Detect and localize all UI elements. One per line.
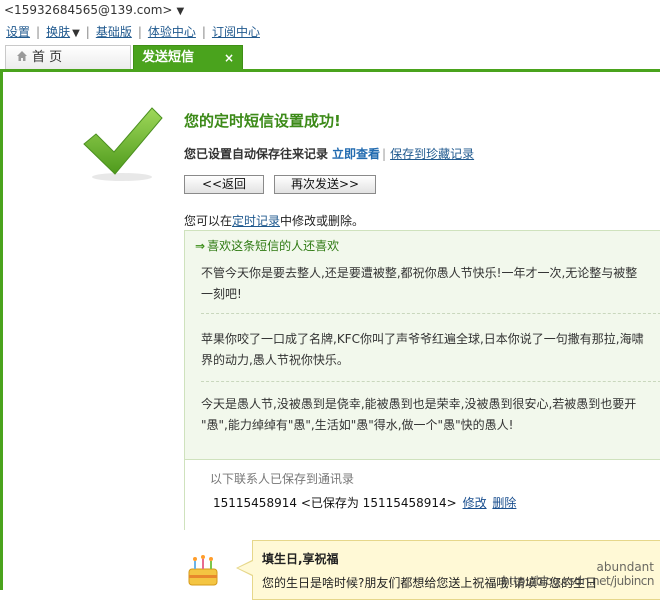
sms-line: "愚",能力绰绰有"愚",生活如"愚"得水,做一个"愚"快的愚人!	[201, 418, 514, 432]
saved-prefix: 您已设置自动保存往来记录	[184, 147, 329, 161]
modify-suffix: 中修改或删除。	[280, 214, 365, 228]
link-separator: |	[382, 147, 387, 161]
sms-line: 今天是愚人节,没被愚到是侥幸,能被愚到也是荣幸,没被愚到很安心,若被愚到也要开	[201, 397, 637, 411]
delete-contact-link[interactable]: 删除	[492, 496, 516, 510]
top-nav: 设置 | 换肤 ▼ | 基础版 | 体验中心 | 订阅中心	[6, 24, 266, 40]
resend-button[interactable]: 再次发送>>	[274, 175, 376, 194]
scheduled-records-link[interactable]: 定时记录	[232, 214, 280, 228]
nav-skin[interactable]: 换肤	[46, 25, 70, 39]
nav-subscribe[interactable]: 订阅中心	[212, 25, 260, 39]
tab-home[interactable]: 首 页	[5, 45, 131, 69]
back-button[interactable]: <<返回	[184, 175, 264, 194]
sms-line: 苹果你咬了一口成了名牌,KFC你叫了声爷爷红遍全球,日本你说了一句撒有那拉,海啸	[201, 332, 644, 346]
skin-dropdown-icon[interactable]: ▼	[72, 28, 80, 39]
view-now-link[interactable]: 立即查看	[332, 147, 380, 161]
account-bar[interactable]: <15932684565@139.com> ▼	[4, 2, 184, 18]
bubble-tail-inner	[238, 561, 253, 575]
watermark-line1: abundant	[596, 560, 654, 574]
divider	[201, 313, 660, 314]
success-title: 您的定时短信设置成功!	[184, 112, 341, 130]
saved-contacts-label: 以下联系人已保存到通讯录	[210, 472, 355, 486]
home-icon	[17, 51, 27, 61]
tab-send-sms[interactable]: 发送短信 ×	[133, 45, 243, 69]
tab-bar: 首 页 发送短信 ×	[0, 45, 660, 70]
caret-down-icon[interactable]: ▼	[176, 4, 184, 20]
nav-separator: |	[85, 25, 90, 39]
sms-suggestion[interactable]: 苹果你咬了一口成了名牌,KFC你叫了声爷爷红遍全球,日本你说了一句撒有那拉,海啸…	[201, 329, 660, 371]
divider	[201, 381, 660, 382]
saved-contacts-box: 以下联系人已保存到通讯录 15115458914 <已保存为 151154589…	[185, 459, 660, 531]
arrow-icon: ⇒	[195, 239, 206, 253]
recommendation-panel: ⇒ 喜欢这条短信的人还喜欢 不管今天你是要去整人,还是要遭被整,都祝你愚人节快乐!…	[184, 230, 660, 531]
sms-line: 不管今天你是要去整人,还是要遭被整,都祝你愚人节快乐!一年才一次,无论整与被整	[201, 266, 638, 280]
nav-separator: |	[201, 25, 206, 39]
saved-record-line: 您已设置自动保存往来记录 立即查看 | 保存到珍藏记录	[184, 145, 474, 162]
panel-heading-text: 喜欢这条短信的人还喜欢	[207, 239, 340, 253]
left-border	[0, 72, 6, 590]
watermark: abundant http://blog.csdn.net/jubincn	[502, 560, 654, 588]
modify-prefix: 您可以在	[184, 214, 233, 228]
nav-settings[interactable]: 设置	[6, 25, 30, 39]
sms-line: 界的动力,愚人节祝你快乐。	[201, 353, 349, 367]
edit-contact-link[interactable]: 修改	[463, 496, 487, 510]
cake-icon	[188, 555, 218, 586]
nav-experience[interactable]: 体验中心	[148, 25, 196, 39]
modify-hint: 您可以在定时记录中修改或删除。	[184, 212, 364, 229]
tab-underline	[0, 69, 660, 72]
sms-suggestion[interactable]: 今天是愚人节,没被愚到是侥幸,能被愚到也是荣幸,没被愚到很安心,若被愚到也要开 …	[201, 394, 660, 436]
nav-basic[interactable]: 基础版	[96, 25, 132, 39]
checkmark-icon	[83, 107, 163, 181]
account-email: <15932684565@139.com>	[4, 3, 173, 17]
panel-heading: ⇒ 喜欢这条短信的人还喜欢	[195, 237, 339, 254]
contact-row: 15115458914 <已保存为 15115458914> 修改 删除	[213, 494, 516, 511]
contact-saved-as: <已保存为 15115458914>	[300, 496, 457, 510]
tab-home-label: 首 页	[32, 50, 63, 65]
close-icon[interactable]: ×	[224, 46, 234, 70]
contact-number: 15115458914	[213, 496, 297, 510]
nav-separator: |	[36, 25, 41, 39]
watermark-line2: http://blog.csdn.net/jubincn	[502, 574, 654, 588]
sms-suggestion[interactable]: 不管今天你是要去整人,还是要遭被整,都祝你愚人节快乐!一年才一次,无论整与被整 …	[201, 263, 660, 305]
tab-send-label: 发送短信	[142, 50, 195, 65]
nav-separator: |	[137, 25, 142, 39]
birthday-title: 填生日,享祝福	[262, 552, 339, 566]
save-favorite-link[interactable]: 保存到珍藏记录	[390, 147, 474, 161]
sms-line: 一刻吧!	[201, 287, 242, 301]
